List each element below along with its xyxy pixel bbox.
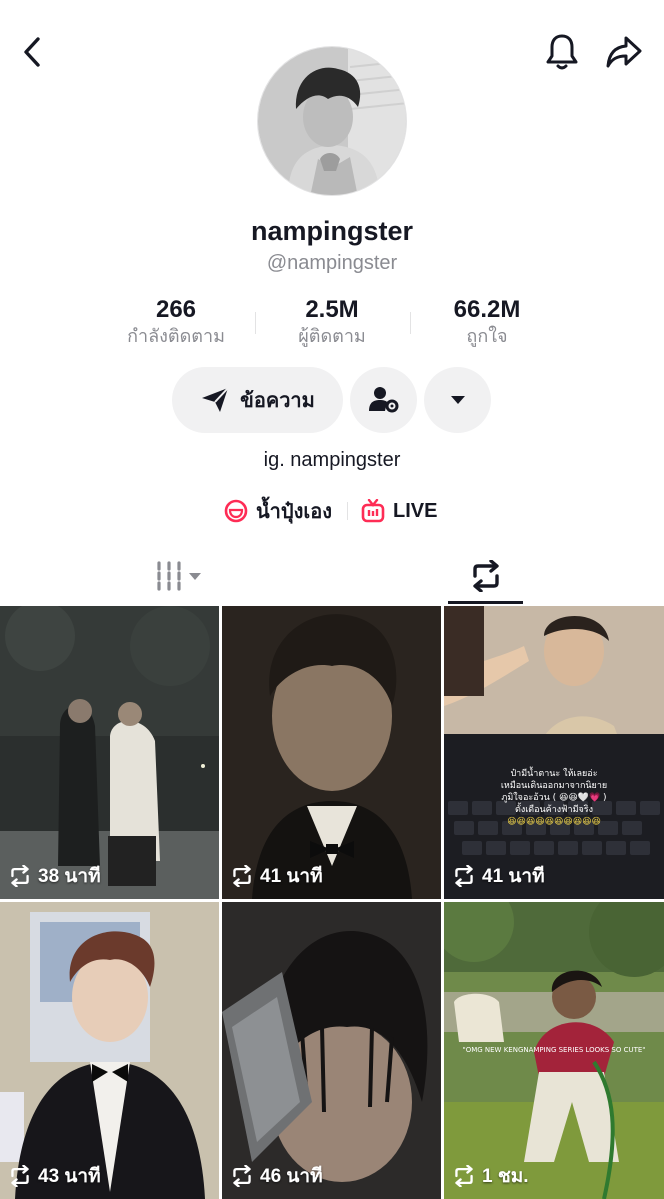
thumbnail-image — [222, 902, 441, 1199]
video-duration: 1 ชม. — [482, 1166, 529, 1187]
tab-reposts[interactable] — [448, 548, 523, 604]
profile-stats: 266 กำลังติดตาม 2.5M ผู้ติดตาม 66.2M ถูก… — [0, 296, 664, 350]
avatar[interactable] — [257, 46, 407, 196]
video-duration: 41 นาที — [482, 866, 545, 887]
video-meta: 46 นาที — [230, 1161, 323, 1191]
divider — [347, 502, 348, 520]
more-options-button[interactable] — [424, 367, 491, 433]
live-tv-icon — [361, 499, 385, 523]
message-button[interactable]: ข้อความ — [172, 367, 343, 433]
add-friend-button[interactable] — [350, 367, 417, 433]
bell-icon — [546, 34, 578, 70]
video-meta: 43 นาที — [8, 1161, 101, 1191]
video-meta: 38 นาที — [8, 861, 101, 891]
overlay-caption: "OMG NEW KENGNAMPING SERIES LOOKS SO CUT… — [462, 1046, 645, 1054]
video-thumbnail[interactable]: 43 นาที — [0, 902, 219, 1199]
chevron-left-icon — [24, 37, 40, 67]
video-grid: 38 นาที 41 นาที ป๋ามีน้ำตานะ ให้เลยอ่ะ เ… — [0, 606, 664, 1199]
profile-links: น้ำปุ๋งเอง LIVE — [0, 496, 664, 526]
stat-followers[interactable]: 2.5M ผู้ติดตาม — [257, 296, 407, 348]
video-meta: 1 ชม. — [452, 1161, 529, 1191]
back-button[interactable] — [14, 32, 50, 72]
notifications-button[interactable] — [540, 30, 584, 74]
stat-label: ถูกใจ — [466, 326, 508, 346]
stat-label: กำลังติดตาม — [127, 326, 225, 346]
live-link[interactable]: LIVE — [361, 496, 437, 526]
message-button-label: ข้อความ — [240, 390, 315, 412]
repost-icon — [233, 1165, 251, 1187]
video-thumbnail[interactable]: 46 นาที — [222, 902, 441, 1199]
video-thumbnail[interactable]: "OMG NEW KENGNAMPING SERIES LOOKS SO CUT… — [444, 902, 664, 1199]
profile-actions: ข้อความ — [0, 367, 664, 433]
video-duration: 46 นาที — [260, 1166, 323, 1187]
stat-value: 266 — [155, 296, 197, 323]
thumbnail-image — [0, 606, 219, 899]
overlay-line: เหมือนเดินออกมาจากนิยาย — [501, 780, 607, 791]
content-tabs — [0, 548, 664, 604]
video-thumbnail[interactable]: 41 นาที — [222, 606, 441, 899]
stat-value: 66.2M — [453, 296, 521, 323]
avatar-photo — [258, 47, 406, 195]
bio-text: ig. nampingster — [263, 449, 401, 471]
stat-value: 2.5M — [305, 296, 359, 323]
video-meta: 41 นาที — [452, 861, 545, 891]
thumbnail-image: "OMG NEW KENGNAMPING SERIES LOOKS SO CUT… — [444, 902, 664, 1199]
overlay-line: 😆😆😆😆😆😆😆😆😆😆 — [507, 816, 601, 827]
repost-icon — [11, 865, 29, 887]
caret-down-icon — [450, 396, 465, 404]
repost-icon — [472, 560, 499, 592]
thumbnail-image: ป๋ามีน้ำตานะ ให้เลยอ่ะ เหมือนเดินออกมาจา… — [444, 606, 664, 899]
lemon8-link-label: น้ำปุ๋งเอง — [256, 501, 332, 523]
display-name: nampingster — [250, 216, 414, 246]
repost-icon — [11, 1165, 29, 1187]
repost-icon — [455, 865, 473, 887]
thumbnail-image — [222, 606, 441, 899]
lemon8-icon — [224, 499, 248, 523]
video-thumbnail[interactable]: ป๋ามีน้ำตานะ ให้เลยอ่ะ เหมือนเดินออกมาจา… — [444, 606, 664, 899]
stat-following[interactable]: 266 กำลังติดตาม — [101, 296, 251, 348]
repost-icon — [233, 865, 251, 887]
repost-icon — [455, 1165, 473, 1187]
video-meta: 41 นาที — [230, 861, 323, 891]
stat-label: ผู้ติดตาม — [298, 326, 366, 346]
tab-videos[interactable] — [140, 548, 220, 604]
send-icon — [202, 387, 229, 412]
stat-likes[interactable]: 66.2M ถูกใจ — [412, 296, 562, 348]
share-button[interactable] — [602, 30, 646, 74]
video-duration: 43 นาที — [38, 1166, 101, 1187]
overlay-line: ภูมิใจอะอ้วน ( 😆😆🤍💗 ) — [501, 792, 606, 803]
lemon8-link[interactable]: น้ำปุ๋งเอง — [224, 496, 332, 526]
user-settings-icon — [368, 387, 398, 413]
share-arrow-icon — [606, 36, 642, 68]
active-tab-indicator — [448, 601, 523, 604]
divider — [410, 312, 411, 334]
username-handle: @nampingster — [266, 252, 398, 274]
video-thumbnail[interactable]: 38 นาที — [0, 606, 219, 899]
video-duration: 38 นาที — [38, 866, 101, 887]
thumbnail-image — [0, 902, 219, 1199]
video-duration: 41 นาที — [260, 866, 323, 887]
divider — [255, 312, 256, 334]
live-link-label: LIVE — [393, 499, 438, 522]
grid-icon — [157, 561, 201, 591]
